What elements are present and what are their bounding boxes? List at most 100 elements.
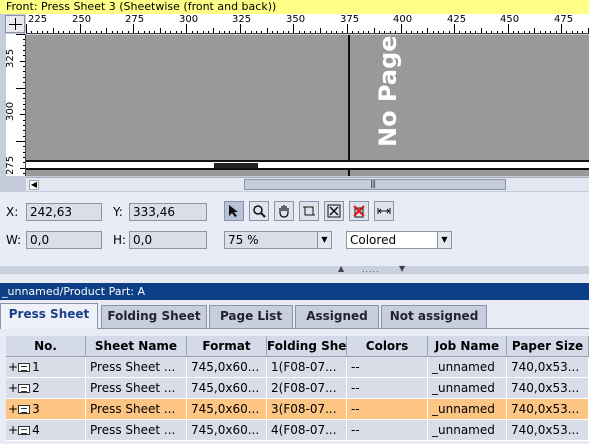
ruler-label: 375 — [340, 14, 360, 25]
product-part-header: _unnamed/Product Part: A — [0, 283, 589, 300]
column-header[interactable]: Sheet Name — [86, 336, 187, 357]
no-page-label: No Page — [374, 35, 402, 147]
ruler-label: 325 — [6, 48, 16, 68]
ruler-label: 425 — [447, 14, 467, 25]
table-cell-colors: -- — [347, 357, 428, 378]
tab-folding-sheet[interactable]: Folding Sheet — [101, 305, 207, 328]
tab-assigned[interactable]: Assigned — [295, 305, 379, 328]
table-cell-folding-sheet: 3(F08-07... — [267, 399, 347, 420]
measure-icon[interactable] — [374, 201, 394, 221]
column-header[interactable]: No. — [6, 336, 86, 357]
table-row[interactable]: +1 Press Sheet ... 745,0x60... 1(F08-07... -… — [6, 357, 589, 378]
table-cell-folding-sheet: 4(F08-07... — [267, 420, 347, 441]
sheet-icon — [18, 426, 31, 435]
horizontal-scrollbar[interactable]: ◀ ||| — [26, 177, 589, 191]
table-cell-format: 745,0x60... — [187, 399, 267, 420]
select-arrow-icon[interactable] — [224, 201, 244, 221]
y-field[interactable]: 333,46 — [129, 203, 207, 221]
sheet-icon — [18, 363, 31, 372]
press-sheet-preview[interactable]: No Page — [26, 35, 589, 176]
panel-splitter[interactable]: ▲ ..... ▼ — [0, 264, 589, 274]
zoom-select[interactable]: 75 % ▼ — [224, 231, 332, 249]
table-cell-no: +1 — [6, 357, 86, 378]
table-cell-job-name: _unnamed — [428, 399, 507, 420]
ruler-label: 275 — [6, 155, 16, 175]
ruler-label: 275 — [125, 14, 145, 25]
tab-not-assigned[interactable]: Not assigned — [381, 305, 487, 328]
table-cell-job-name: _unnamed — [428, 378, 507, 399]
expand-plus-icon[interactable]: + — [8, 402, 18, 416]
table-cell-job-name: _unnamed — [428, 357, 507, 378]
coordinates-panel: X: 242,63 Y: 333,46 W: 0,0 H: 0,0 75 % ▼… — [0, 192, 589, 266]
w-label: W: — [6, 233, 22, 247]
table-cell-paper-size: 740,0x53... — [507, 399, 589, 420]
color-mode-select[interactable]: Colored ▼ — [346, 231, 452, 249]
column-header[interactable]: Format — [187, 336, 267, 357]
table-cell-paper-size: 740,0x53... — [507, 378, 589, 399]
table-cell-colors: -- — [347, 399, 428, 420]
table-cell-no: +3 — [6, 399, 86, 420]
table-cell-sheet-name: Press Sheet ... — [86, 378, 187, 399]
table-cell-colors: -- — [347, 420, 428, 441]
ruler-label: 350 — [286, 14, 306, 25]
crosshair-origin-button[interactable] — [5, 15, 25, 33]
table-cell-format: 745,0x60... — [187, 378, 267, 399]
sheet-canvas-area: 225 250 275 300 325 350 375 400 425 450 … — [0, 14, 589, 192]
color-mode-value: Colored — [350, 233, 397, 247]
sheet-center-line — [348, 35, 350, 176]
chevron-down-icon: ▼ — [437, 232, 451, 248]
table-cell-paper-size: 740,0x53... — [507, 357, 589, 378]
table-cell-format: 745,0x60... — [187, 357, 267, 378]
scroll-left-icon[interactable]: ◀ — [29, 180, 39, 190]
expand-plus-icon[interactable]: + — [8, 381, 18, 395]
column-header[interactable]: Paper Size — [507, 336, 589, 357]
table-header-row: No. Sheet Name Format Folding Sheet Colo… — [6, 336, 589, 357]
delete-mark-icon[interactable] — [349, 201, 369, 221]
tab-page-list[interactable]: Page List — [209, 305, 293, 328]
row-number: 2 — [32, 381, 40, 395]
column-header[interactable]: Colors — [347, 336, 428, 357]
zoom-value: 75 % — [228, 233, 259, 247]
expand-plus-icon[interactable]: + — [8, 360, 18, 374]
table-row[interactable]: +4 Press Sheet ... 745,0x60... 4(F08-07... -… — [6, 420, 589, 441]
ruler-label: 325 — [232, 14, 252, 25]
fit-icon[interactable] — [324, 201, 344, 221]
table-row[interactable]: +2 Press Sheet ... 745,0x60... 2(F08-07... -… — [6, 378, 589, 399]
h-field[interactable]: 0,0 — [129, 231, 207, 249]
table-cell-no: +2 — [6, 378, 86, 399]
row-number: 4 — [32, 423, 40, 437]
table-cell-paper-size: 740,0x53... — [507, 420, 589, 441]
ruler-label: 300 — [6, 101, 16, 121]
hand-icon[interactable] — [274, 201, 294, 221]
table-row[interactable]: +3 Press Sheet ... 745,0x60... 3(F08-07... -… — [6, 399, 589, 420]
tab-press-sheet[interactable]: Press Sheet — [0, 303, 98, 329]
expand-down-icon[interactable]: ▼ — [399, 264, 405, 273]
ruler-vertical: 325 300 275 — [6, 34, 26, 176]
column-header[interactable]: Job Name — [428, 336, 507, 357]
column-header[interactable]: Folding Sheet — [267, 336, 347, 357]
collapse-up-icon[interactable]: ▲ — [338, 264, 344, 273]
zoom-icon[interactable] — [249, 201, 269, 221]
table-cell-format: 745,0x60... — [187, 420, 267, 441]
ruler-label: 475 — [554, 14, 574, 25]
chevron-down-icon: ▼ — [317, 232, 331, 248]
sheet-icon — [18, 384, 31, 393]
x-field[interactable]: 242,63 — [26, 203, 102, 221]
crop-icon[interactable] — [299, 201, 319, 221]
table-cell-sheet-name: Press Sheet ... — [86, 357, 187, 378]
ruler-horizontal: 225 250 275 300 325 350 375 400 425 450 … — [26, 14, 589, 34]
table-cell-job-name: _unnamed — [428, 420, 507, 441]
gripper-mark — [214, 163, 258, 168]
table-cell-colors: -- — [347, 378, 428, 399]
y-label: Y: — [113, 205, 123, 219]
ruler-label: 225 — [28, 14, 48, 25]
scrollbar-grip-icon: ||| — [370, 179, 376, 188]
row-number: 1 — [32, 360, 40, 374]
table-cell-sheet-name: Press Sheet ... — [86, 399, 187, 420]
ruler-label: 400 — [393, 14, 413, 25]
sheet-icon — [18, 405, 31, 414]
window-title: Front: Press Sheet 3 (Sheetwise (front a… — [0, 0, 589, 14]
w-field[interactable]: 0,0 — [26, 231, 102, 249]
table-cell-folding-sheet: 2(F08-07... — [267, 378, 347, 399]
expand-plus-icon[interactable]: + — [8, 423, 18, 437]
